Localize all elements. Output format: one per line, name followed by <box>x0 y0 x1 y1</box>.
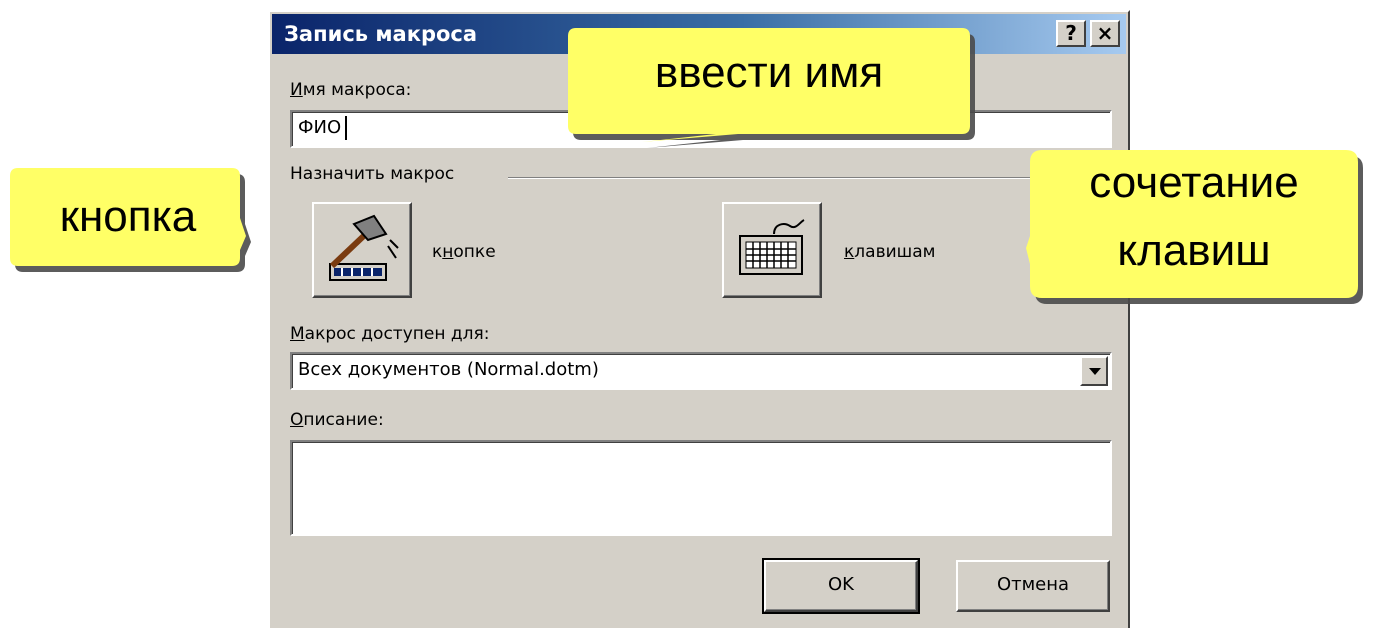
hammer-button-icon <box>329 214 399 281</box>
callout-enter-name: ввести имя <box>566 24 986 164</box>
macro-name-value: ФИО <box>298 117 342 138</box>
group-separator <box>508 177 1108 179</box>
callout-key-combination-line2: клавиш <box>1117 226 1271 275</box>
callout-enter-name-text: ввести имя <box>654 48 884 97</box>
callout-key-combination: сочетание клавиш <box>1024 148 1374 308</box>
assign-macro-group-label: Назначить макрос <box>290 164 455 184</box>
description-label: Описание: <box>290 410 384 430</box>
assign-to-keys-button[interactable] <box>722 202 822 298</box>
callout-key-combination-line1: сочетание <box>1089 158 1299 207</box>
keyboard-icon <box>739 219 805 275</box>
close-button[interactable]: × <box>1090 20 1120 47</box>
description-textarea[interactable] <box>290 440 1112 536</box>
available-for-value: Всех документов (Normal.dotm) <box>298 359 599 380</box>
dropdown-arrow-icon[interactable] <box>1080 356 1108 386</box>
assign-to-button-label: кнопке <box>432 242 496 262</box>
ok-button[interactable]: OK <box>762 558 920 614</box>
assign-to-button-button[interactable] <box>312 202 412 298</box>
available-for-label: Макрос доступен для: <box>290 324 490 344</box>
text-caret <box>345 116 347 140</box>
cancel-button[interactable]: Отмена <box>956 560 1110 612</box>
dialog-title: Запись макроса <box>284 22 478 46</box>
assign-to-keys-label: клавишам <box>844 242 936 262</box>
available-for-select[interactable]: Всех документов (Normal.dotm) <box>290 352 1112 390</box>
callout-button-text: кнопка <box>59 192 197 241</box>
callout-button: кнопка <box>8 166 258 286</box>
macro-name-label: Имя макроса: <box>290 80 412 100</box>
help-button[interactable]: ? <box>1056 20 1086 47</box>
